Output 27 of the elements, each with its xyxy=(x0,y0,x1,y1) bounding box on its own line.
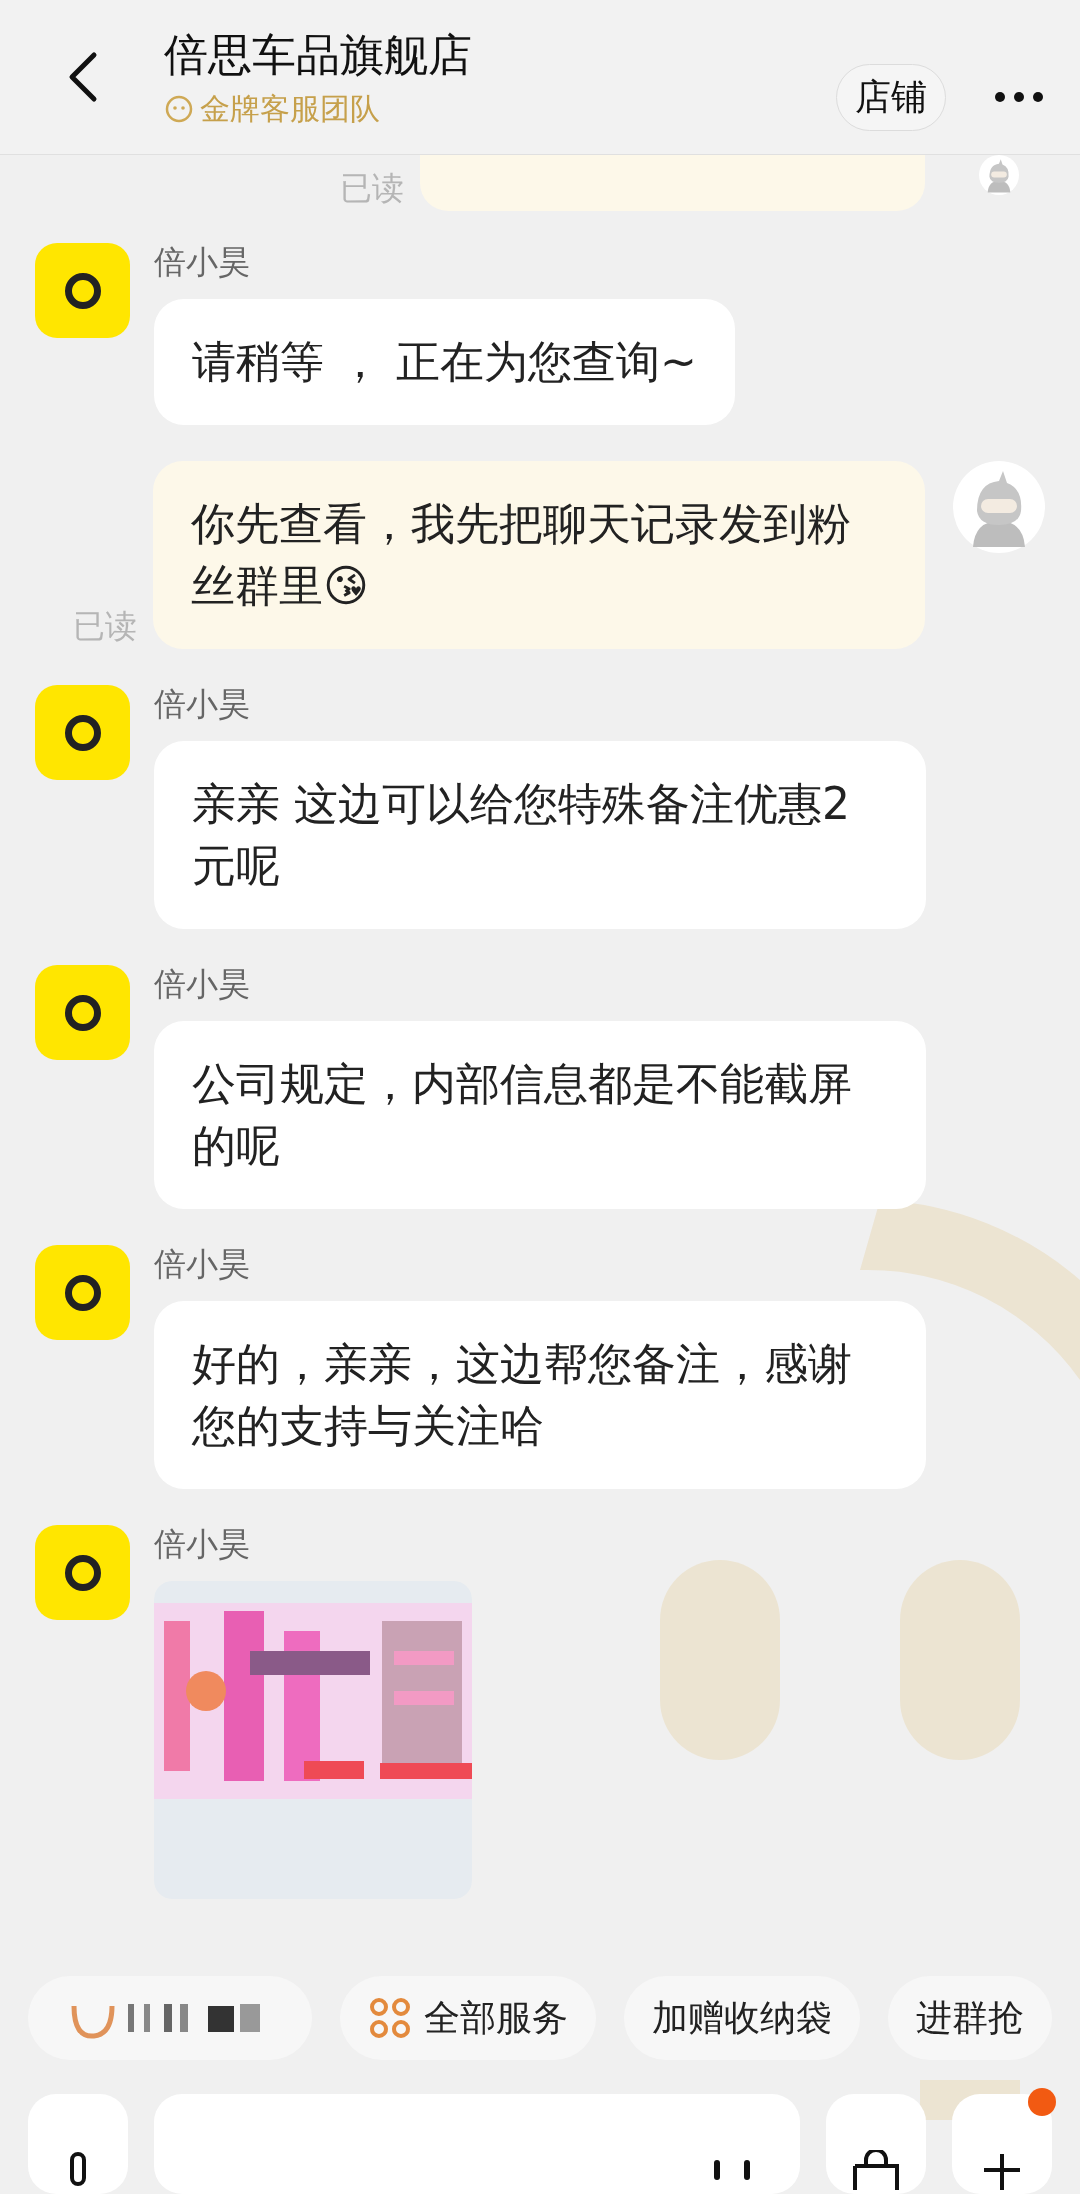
more-icon[interactable] xyxy=(994,91,1044,103)
smiley-icon xyxy=(164,94,194,124)
message-bubble: 你先查看，我先把聊天记录发到粉丝群里😘 xyxy=(153,461,925,649)
sender-name: 倍小昊 xyxy=(154,243,251,281)
shop-bag-button[interactable] xyxy=(826,2094,926,2194)
quick-reply-chip[interactable]: 进群抢 xyxy=(888,1976,1052,2060)
sender-name: 倍小昊 xyxy=(154,965,251,1003)
message-input[interactable] xyxy=(154,2094,800,2194)
store-title: 倍思车品旗舰店 xyxy=(164,28,473,82)
sender-name: 倍小昊 xyxy=(154,1245,251,1283)
team-label: 金牌客服团队 xyxy=(200,91,380,127)
grid-icon xyxy=(368,1996,412,2040)
chip-label: 全部服务 xyxy=(424,1995,568,2040)
message-bubble: 请稍等 ， 正在为您查询~ xyxy=(154,299,735,425)
shop-button[interactable]: 店铺 xyxy=(836,63,946,131)
read-receipt: 已读 xyxy=(73,606,137,647)
bag-icon xyxy=(851,2150,901,2190)
voice-button[interactable] xyxy=(28,2094,128,2194)
service-chip[interactable]: 全部服务 xyxy=(340,1976,596,2060)
message-bubble: 亲亲 这边可以给您特殊备注优惠2元呢 xyxy=(154,741,926,929)
sender-name: 倍小昊 xyxy=(154,1525,251,1563)
message-bubble: 公司规定，内部信息都是不能截屏的呢 xyxy=(154,1021,926,1209)
read-receipt: 已读 xyxy=(340,168,404,209)
sender-name: 倍小昊 xyxy=(154,685,251,723)
more-button[interactable] xyxy=(952,2094,1052,2194)
message-bubble: 好的，亲亲，这边帮您备注，感谢您的支持与关注哈 xyxy=(154,1301,926,1489)
quick-reply-chip[interactable]: 加赠收纳袋 xyxy=(624,1976,860,2060)
